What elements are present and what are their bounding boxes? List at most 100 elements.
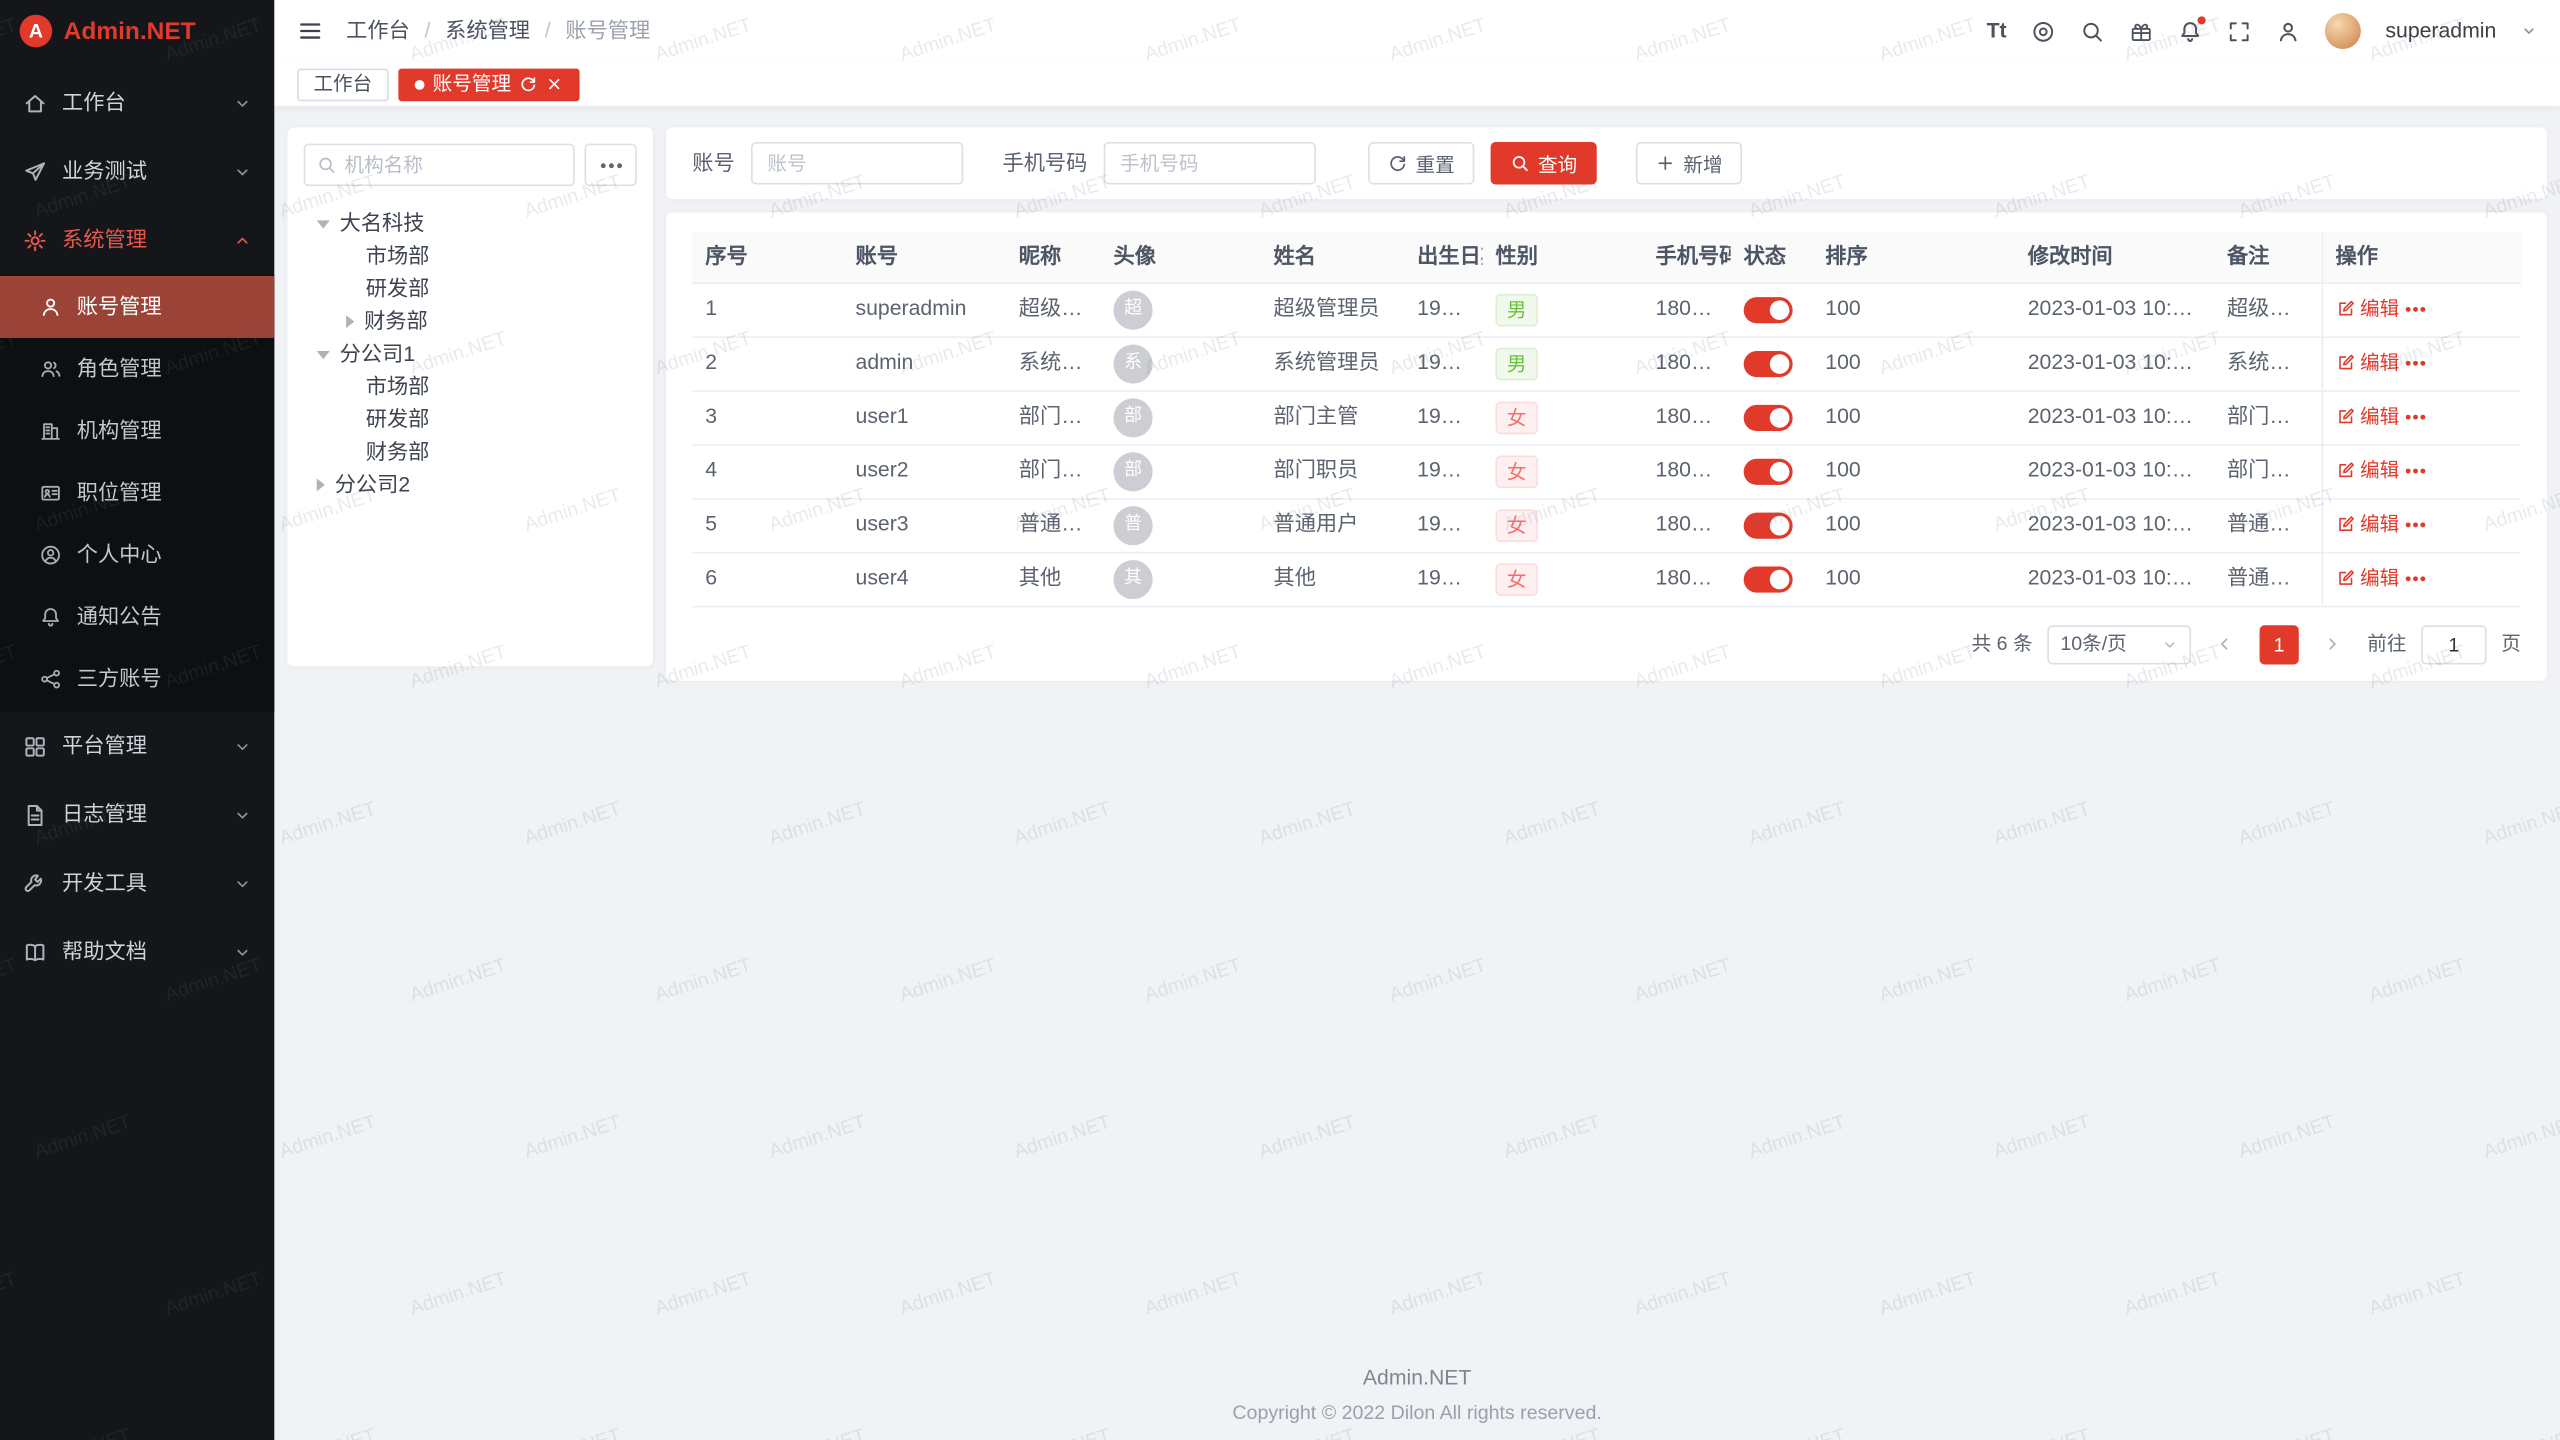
ellipsis-icon (608, 162, 613, 167)
cell-name: 超级管理员 (1260, 282, 1404, 336)
theme-icon[interactable] (2031, 19, 2055, 43)
sidebar-item-label: 职位管理 (77, 478, 162, 508)
status-toggle[interactable] (1744, 513, 1793, 539)
next-page-button[interactable] (2313, 624, 2352, 663)
status-toggle[interactable] (1744, 459, 1793, 485)
more-actions-icon[interactable] (2412, 307, 2417, 312)
sidebar-item-notice[interactable]: 通知公告 (0, 586, 274, 648)
tree-node[interactable]: 市场部 (304, 240, 637, 273)
page-1-button[interactable]: 1 (2260, 624, 2299, 663)
person-icon[interactable] (2276, 19, 2300, 43)
sidebar-item-position-management[interactable]: 职位管理 (0, 462, 274, 524)
status-toggle[interactable] (1744, 405, 1793, 431)
sidebar-item-profile-center[interactable]: 个人中心 (0, 524, 274, 586)
sidebar-item-platform-management[interactable]: 平台管理 (0, 712, 274, 781)
edit-button[interactable]: 编辑 (2336, 403, 2400, 430)
notification-icon[interactable] (2178, 19, 2202, 43)
tree-node[interactable]: 分公司1 (304, 338, 637, 371)
user-icon (39, 296, 62, 319)
sidebar-item-label: 业务测试 (62, 157, 147, 187)
sidebar-item-dev-tools[interactable]: 开发工具 (0, 849, 274, 918)
chevron-down-icon (233, 806, 251, 824)
cell-birthday: 1986-06-28 (1404, 336, 1482, 390)
prev-page-button[interactable] (2206, 624, 2245, 663)
column-header: 状态 (1731, 232, 1813, 283)
org-search-box[interactable] (304, 144, 575, 186)
edit-button[interactable]: 编辑 (2336, 350, 2400, 377)
sidebar-item-business-test[interactable]: 业务测试 (0, 137, 274, 206)
refresh-icon[interactable] (519, 75, 537, 93)
avatar: 系 (1113, 344, 1152, 383)
tree-node[interactable]: 市场部 (304, 371, 637, 404)
user-avatar[interactable] (2325, 13, 2361, 49)
more-actions-icon[interactable] (2412, 576, 2417, 581)
gift-icon[interactable] (2129, 19, 2153, 43)
sidebar-item-role-management[interactable]: 角色管理 (0, 338, 274, 400)
sidebar-item-account-management[interactable]: 账号管理 (0, 276, 274, 338)
breadcrumb-item-workbench[interactable]: 工作台 (346, 16, 445, 46)
sidebar-item-label: 工作台 (62, 88, 126, 118)
more-actions-icon[interactable] (2412, 361, 2417, 366)
sidebar-item-label: 日志管理 (62, 800, 147, 830)
more-actions-icon[interactable] (2412, 522, 2417, 527)
page-size-select[interactable]: 10条/页 (2047, 624, 2191, 663)
grid-icon (23, 734, 47, 758)
add-button[interactable]: 新增 (1636, 142, 1742, 184)
search-button[interactable]: 查询 (1491, 142, 1597, 184)
edit-button[interactable]: 编辑 (2336, 565, 2400, 592)
tree-node[interactable]: 财务部 (304, 305, 637, 338)
edit-button[interactable]: 编辑 (2336, 296, 2400, 323)
goto-page-input[interactable] (2421, 624, 2486, 663)
breadcrumb-item-system[interactable]: 系统管理 (445, 16, 565, 46)
status-toggle[interactable] (1744, 351, 1793, 377)
caret-down-icon[interactable] (317, 220, 330, 228)
tree-node[interactable]: 财务部 (304, 436, 637, 469)
cell-actions: 编辑 (2322, 552, 2521, 606)
tree-node[interactable]: 研发部 (304, 403, 637, 436)
more-actions-icon[interactable] (2412, 469, 2417, 474)
cell-phone: 18020030720 (1642, 552, 1730, 606)
search-icon[interactable] (2080, 19, 2104, 43)
chevron-down-icon (233, 943, 251, 961)
close-icon[interactable] (545, 75, 563, 93)
app-logo[interactable]: A Admin.NET (0, 0, 274, 62)
status-toggle[interactable] (1744, 297, 1793, 323)
user-circle-icon (39, 544, 62, 567)
caret-right-icon[interactable] (346, 315, 354, 328)
more-actions-icon[interactable] (2412, 415, 2417, 420)
sidebar-item-label: 开发工具 (62, 868, 147, 898)
reset-button[interactable]: 重置 (1368, 142, 1474, 184)
username[interactable]: superadmin (2385, 16, 2496, 46)
cell-remark: 系统管理员 (2214, 336, 2322, 390)
book-icon (23, 940, 47, 964)
tree-more-button[interactable] (584, 144, 636, 186)
chevron-down-icon (233, 737, 251, 755)
edit-button[interactable]: 编辑 (2336, 511, 2400, 538)
cell-gender: 男 (1482, 282, 1642, 336)
tab-workbench[interactable]: 工作台 (297, 68, 388, 101)
chevron-down-icon[interactable] (2521, 23, 2537, 39)
edit-button[interactable]: 编辑 (2336, 457, 2400, 484)
caret-down-icon[interactable] (317, 350, 330, 358)
tree-node[interactable]: 研发部 (304, 273, 637, 306)
cell-gender: 女 (1482, 552, 1642, 606)
sidebar-item-workbench[interactable]: 工作台 (0, 69, 274, 138)
fullscreen-icon[interactable] (2227, 19, 2251, 43)
sidebar-item-org-management[interactable]: 机构管理 (0, 400, 274, 462)
font-size-icon[interactable]: Tt (1987, 16, 2007, 46)
tab-account-management[interactable]: 账号管理 (398, 68, 579, 101)
org-search-input[interactable] (344, 153, 561, 176)
caret-right-icon[interactable] (317, 478, 325, 491)
phone-input[interactable] (1104, 142, 1316, 184)
menu-collapse-icon[interactable] (297, 18, 323, 44)
cell-phone: 18020030720 (1642, 282, 1730, 336)
sidebar-item-help-docs[interactable]: 帮助文档 (0, 918, 274, 987)
cell-sort: 100 (1812, 444, 2014, 498)
status-toggle[interactable] (1744, 566, 1793, 592)
tree-node[interactable]: 大名科技 (304, 207, 637, 240)
account-input[interactable] (751, 142, 963, 184)
sidebar-item-system-management[interactable]: 系统管理 (0, 206, 274, 275)
sidebar-item-third-party-account[interactable]: 三方账号 (0, 648, 274, 710)
sidebar-item-log-management[interactable]: 日志管理 (0, 780, 274, 849)
tree-node[interactable]: 分公司2 (304, 469, 637, 502)
